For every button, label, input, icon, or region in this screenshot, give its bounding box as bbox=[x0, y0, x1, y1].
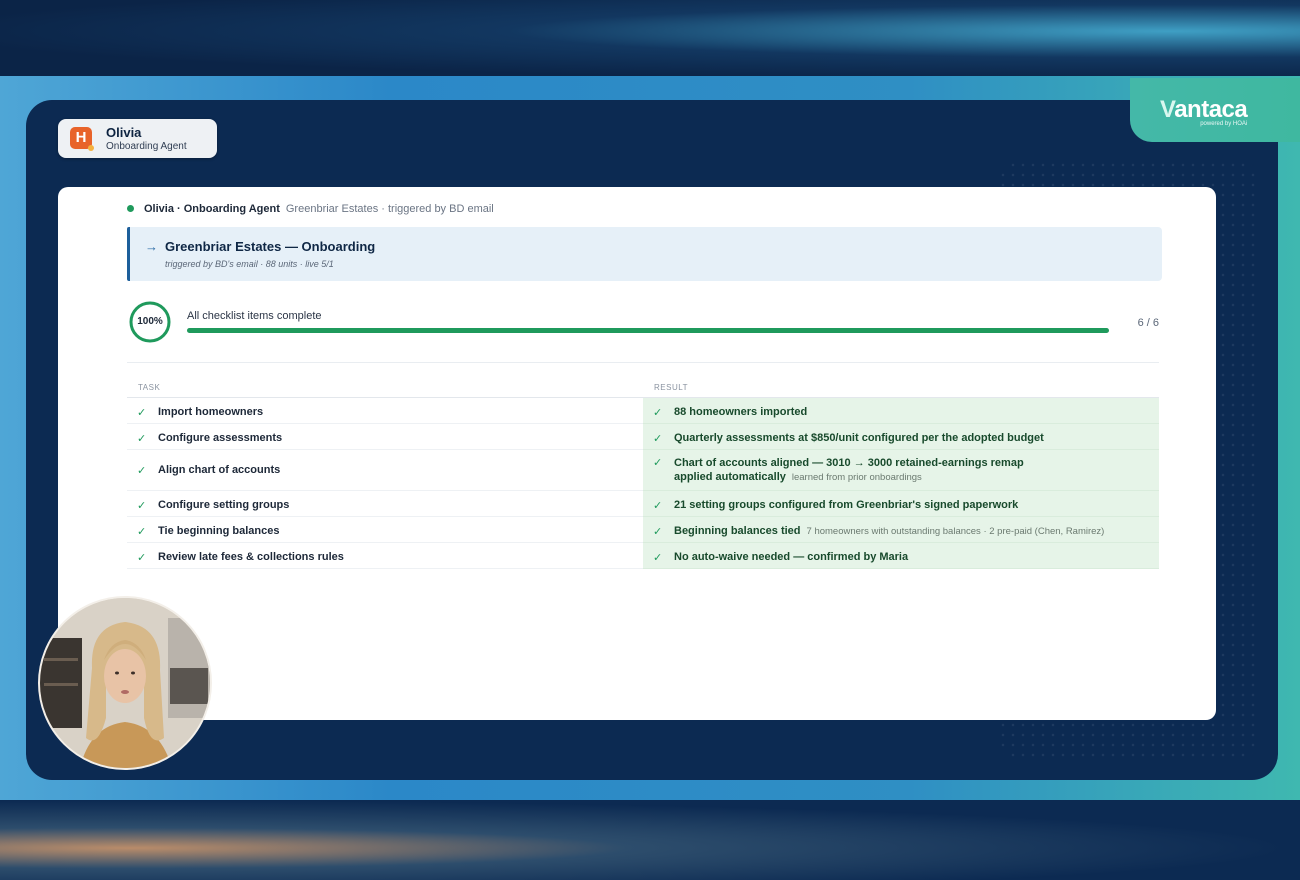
result-check-icon: ✓ bbox=[653, 407, 663, 419]
status-agent: Olivia · Onboarding Agent bbox=[144, 203, 280, 215]
task-label: Configure assessments bbox=[158, 432, 283, 444]
result-text: 88 homeowners imported bbox=[674, 405, 807, 419]
arrow-right-icon: → bbox=[145, 239, 158, 254]
column-header-result: RESULT bbox=[654, 383, 688, 392]
result-main: 88 homeowners imported bbox=[674, 406, 808, 418]
result-text: No auto-waive needed — confirmed by Mari… bbox=[674, 550, 908, 564]
banner-title: Greenbriar Estates — Onboarding bbox=[165, 239, 376, 254]
top-background bbox=[0, 0, 1300, 78]
result-check-icon: ✓ bbox=[653, 433, 663, 445]
agent-avatar-icon: H bbox=[70, 127, 94, 151]
progress-percent: 100% bbox=[137, 316, 163, 327]
row-divider bbox=[643, 568, 1159, 569]
status-context: Greenbriar Estates · triggered by BD ema… bbox=[285, 203, 494, 215]
result-note: learned from prior onboardings bbox=[791, 472, 922, 483]
result-check-icon: ✓ bbox=[653, 526, 663, 538]
vantaca-logo: Vantaca powered by HOAi bbox=[1160, 96, 1248, 127]
result-main: No auto-waive needed — confirmed by Mari… bbox=[674, 551, 909, 563]
presenter-image bbox=[40, 598, 210, 768]
task-label: Tie beginning balances bbox=[158, 525, 280, 537]
table-row: ✓ Align chart of accounts ✓ Chart of accoun… bbox=[127, 450, 1159, 491]
task-check-icon: ✓ bbox=[137, 500, 147, 512]
status-dot-icon bbox=[127, 205, 134, 212]
task-label: Configure setting groups bbox=[158, 499, 290, 511]
result-check-icon: ✓ bbox=[653, 457, 663, 469]
table-row: ✓ Review late fees & collections rules ✓ N… bbox=[127, 543, 1159, 569]
progress-bar bbox=[187, 328, 1109, 333]
result-main: Quarterly assessments at $850/unit confi… bbox=[674, 432, 1044, 444]
table-row: ✓ Configure assessments ✓ Quarterly assessm… bbox=[127, 424, 1159, 450]
table-row: ✓ Configure setting groups ✓ 21 setting gro… bbox=[127, 491, 1159, 517]
task-label: Align chart of accounts bbox=[158, 464, 281, 476]
progress-count: 6 / 6 bbox=[1137, 317, 1159, 329]
table-row: ✓ Import homeowners ✓ 88 homeowners importe… bbox=[127, 398, 1159, 424]
progress-bar-fill bbox=[187, 328, 1109, 333]
row-divider bbox=[127, 568, 643, 569]
result-text: Beginning balances tied 7 homeowners with… bbox=[674, 524, 1104, 539]
divider bbox=[127, 362, 1159, 363]
result-line2: applied automatically bbox=[674, 471, 786, 483]
agent-pill: H Olivia Onboarding Agent bbox=[58, 119, 217, 158]
task-check-icon: ✓ bbox=[137, 552, 147, 564]
banner-subtitle: triggered by BD's email · 88 units · liv… bbox=[165, 259, 334, 269]
column-header-task: TASK bbox=[138, 383, 161, 392]
logo-wordmark: Vantaca bbox=[1160, 96, 1248, 123]
onboarding-banner[interactable]: → Greenbriar Estates — Onboarding trigge… bbox=[127, 227, 1162, 281]
agent-name: Olivia bbox=[106, 125, 142, 140]
presenter-video bbox=[38, 596, 212, 770]
task-check-icon: ✓ bbox=[137, 407, 147, 419]
task-check-icon: ✓ bbox=[137, 433, 147, 445]
bottom-background bbox=[0, 800, 1300, 880]
task-label: Review late fees & collections rules bbox=[158, 551, 344, 563]
progress-label: All checklist items complete bbox=[187, 310, 322, 322]
result-note: 7 homeowners with outstanding balances ·… bbox=[806, 526, 1105, 537]
task-label: Import homeowners bbox=[158, 406, 264, 418]
result-main: Beginning balances tied bbox=[674, 525, 801, 537]
result-check-icon: ✓ bbox=[653, 500, 663, 512]
result-text: Chart of accounts aligned — 3010 → 3000 … bbox=[674, 456, 1024, 485]
result-main: 21 setting groups configured from Greenb… bbox=[674, 499, 1019, 511]
onboarding-card: Olivia · Onboarding Agent Greenbriar Esta… bbox=[58, 187, 1216, 720]
result-text: Quarterly assessments at $850/unit confi… bbox=[674, 431, 1044, 445]
task-check-icon: ✓ bbox=[137, 465, 147, 477]
agent-role: Onboarding Agent bbox=[106, 141, 187, 152]
task-check-icon: ✓ bbox=[137, 526, 147, 538]
table-row: ✓ Tie beginning balances ✓ Beginning balanc… bbox=[127, 517, 1159, 543]
result-check-icon: ✓ bbox=[653, 552, 663, 564]
result-main: Chart of accounts aligned — 3010 → 3000 … bbox=[674, 457, 1024, 469]
status-line: Olivia · Onboarding Agent Greenbriar Esta… bbox=[144, 203, 494, 215]
result-text: 21 setting groups configured from Greenb… bbox=[674, 498, 1018, 512]
